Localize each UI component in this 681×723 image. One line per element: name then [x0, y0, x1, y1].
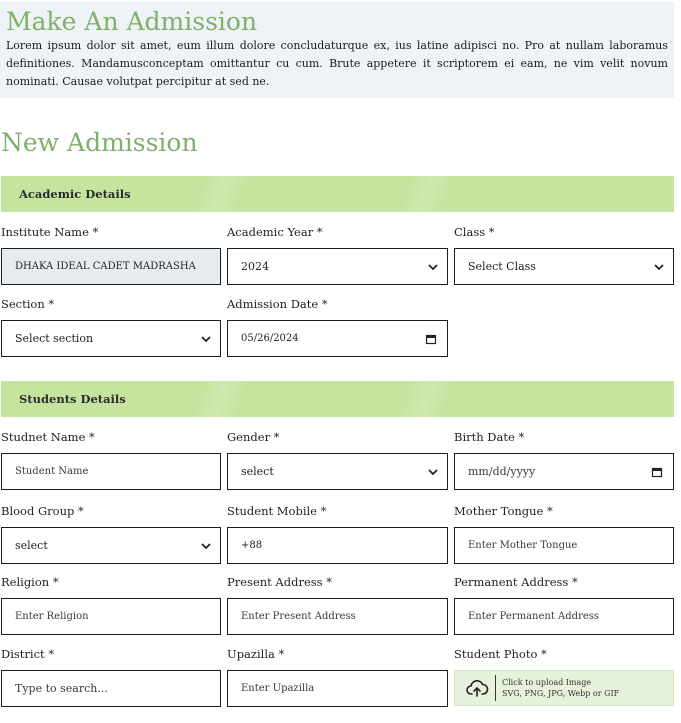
religion-label: Religion * [1, 575, 59, 589]
upload-divider [495, 675, 496, 701]
admission-date-value: 05/26/2024 [241, 333, 299, 344]
present-address-placeholder: Enter Present Address [241, 611, 356, 622]
photo-upload-dropzone[interactable]: Click to upload Image SVG, PNG, JPG, Web… [454, 670, 674, 706]
admission-date-input[interactable]: 05/26/2024 [227, 320, 448, 357]
present-address-input[interactable]: Enter Present Address [227, 598, 448, 635]
academic-year-value: 2024 [241, 260, 269, 273]
admission-date-label: Admission Date * [227, 297, 328, 311]
class-value: Select Class [468, 260, 536, 273]
upazilla-label: Upazilla * [227, 647, 285, 661]
intro-title: Make An Admission [6, 7, 258, 36]
gender-select[interactable]: select [227, 453, 448, 490]
chevron-down-icon [428, 263, 438, 270]
section-select[interactable]: Select section [1, 320, 221, 357]
religion-input[interactable]: Enter Religion [1, 598, 221, 635]
birth-date-placeholder: mm/dd/yyyy [468, 465, 536, 478]
upload-line-2: SVG, PNG, JPG, Webp or GIF [502, 689, 620, 698]
upazilla-input[interactable]: Enter Upazilla [227, 670, 448, 707]
birth-date-label: Birth Date * [454, 430, 525, 444]
permanent-address-placeholder: Enter Permanent Address [468, 611, 600, 622]
blood-group-select[interactable]: select [1, 527, 221, 564]
student-name-input[interactable]: Student Name [1, 453, 221, 490]
student-photo-label: Student Photo * [454, 647, 547, 661]
mother-tongue-label: Mother Tongue * [454, 504, 553, 518]
chevron-down-icon [654, 263, 664, 270]
permanent-address-input[interactable]: Enter Permanent Address [454, 598, 674, 635]
gender-value: select [241, 465, 274, 478]
district-label: District * [1, 647, 55, 661]
page-title: New Admission [1, 128, 198, 157]
students-details-header: Students Details [1, 381, 674, 417]
gender-label: Gender * [227, 430, 280, 444]
cloud-upload-icon [466, 680, 489, 697]
upload-text: Click to upload Image SVG, PNG, JPG, Web… [502, 677, 619, 699]
student-mobile-label: Student Mobile * [227, 504, 327, 518]
present-address-label: Present Address * [227, 575, 332, 589]
student-name-placeholder: Student Name [15, 466, 89, 477]
district-search-input[interactable]: Type to search... [1, 670, 221, 707]
academic-details-header: Academic Details [1, 176, 674, 212]
class-label: Class * [454, 225, 495, 239]
academic-year-select[interactable]: 2024 [227, 248, 448, 285]
mother-tongue-input[interactable]: Enter Mother Tongue [454, 527, 674, 564]
religion-placeholder: Enter Religion [15, 611, 89, 622]
calendar-icon[interactable] [425, 333, 437, 345]
section-value: Select section [15, 332, 94, 345]
class-select[interactable]: Select Class [454, 248, 674, 285]
section-label: Section * [1, 297, 55, 311]
student-mobile-input[interactable]: +88 [227, 527, 448, 564]
institute-name-field[interactable]: DHAKA IDEAL CADET MADRASHA [1, 248, 221, 285]
calendar-icon[interactable] [651, 466, 663, 478]
chevron-down-icon [428, 468, 438, 475]
student-mobile-value: +88 [241, 540, 263, 551]
upazilla-placeholder: Enter Upazilla [241, 683, 315, 694]
district-placeholder: Type to search... [15, 682, 108, 695]
permanent-address-label: Permanent Address * [454, 575, 578, 589]
mother-tongue-placeholder: Enter Mother Tongue [468, 540, 578, 551]
student-name-label: Studnet Name * [1, 430, 95, 444]
blood-group-label: Blood Group * [1, 504, 84, 518]
institute-name-value: DHAKA IDEAL CADET MADRASHA [15, 261, 196, 272]
birth-date-input[interactable]: mm/dd/yyyy [454, 453, 674, 490]
blood-group-value: select [15, 539, 48, 552]
chevron-down-icon [201, 335, 211, 342]
intro-text: Lorem ipsum dolor sit amet, eum illum do… [6, 39, 668, 88]
academic-year-label: Academic Year * [227, 225, 323, 239]
chevron-down-icon [201, 542, 211, 549]
intro-panel: Make An Admission Lorem ipsum dolor sit … [0, 2, 674, 98]
upload-line-1: Click to upload Image [502, 678, 592, 687]
institute-name-label: Institute Name * [1, 225, 99, 239]
